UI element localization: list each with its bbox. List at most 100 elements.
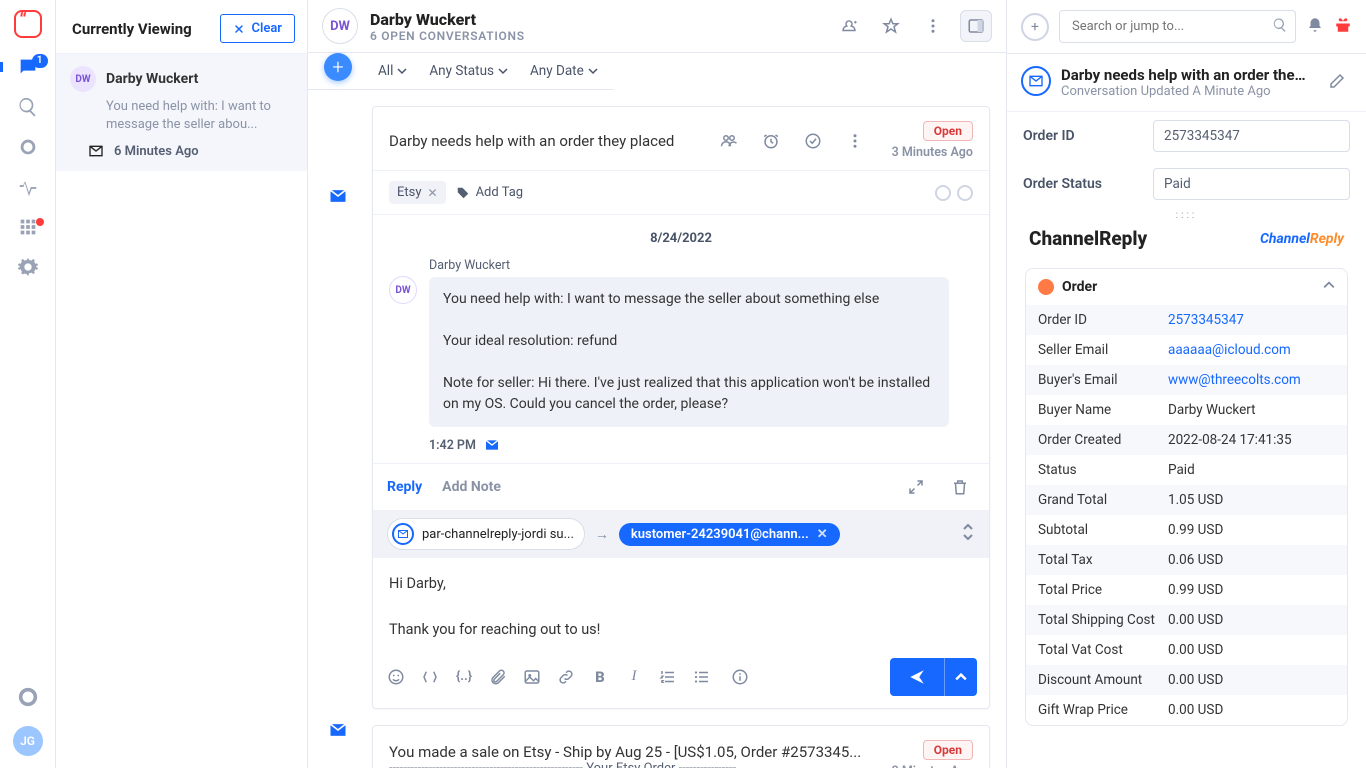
order-row-value[interactable]: aaaaaa@icloud.com (1168, 342, 1335, 358)
order-row: Gift Wrap Price0.00 USD (1026, 695, 1347, 725)
order-id-field[interactable] (1153, 120, 1350, 152)
nav-search[interactable] (0, 96, 56, 118)
done-icon[interactable] (798, 126, 828, 156)
reply-box: Reply Add Note par-channelreply-jordi su… (373, 463, 989, 708)
order-row-key: Order ID (1038, 312, 1168, 328)
order-row-value: Paid (1168, 462, 1335, 478)
order-row: Buyer NameDarby Wuckert (1026, 395, 1347, 425)
message-body: You need help with: I want to message th… (429, 277, 949, 427)
more-icon[interactable] (918, 11, 948, 41)
mail-icon (484, 437, 500, 453)
gift-icon[interactable] (1334, 16, 1352, 38)
card-more-icon[interactable] (840, 126, 870, 156)
panel-toggle-icon[interactable] (960, 10, 992, 42)
chevron-down-icon (397, 66, 407, 76)
drag-handle[interactable]: :::: (1007, 208, 1366, 223)
status-badge: Open (923, 740, 973, 760)
star-icon[interactable] (876, 11, 906, 41)
trash-icon[interactable] (945, 472, 975, 502)
filter-all[interactable]: All (378, 63, 407, 79)
nav-inbox[interactable]: 1 (0, 56, 56, 78)
snippet-icon[interactable]: {..} (453, 669, 475, 684)
info-icon[interactable] (729, 668, 751, 686)
nav-help[interactable] (0, 686, 56, 708)
order-row-key: Discount Amount (1038, 672, 1168, 688)
filter-date[interactable]: Any Date (530, 63, 598, 79)
channelreply-logo: ChannelReply (1260, 231, 1344, 247)
order-row: Total Price0.99 USD (1026, 575, 1347, 605)
order-row: Discount Amount0.00 USD (1026, 665, 1347, 695)
image-icon[interactable] (521, 668, 543, 686)
header-name: Darby Wuckert (370, 10, 525, 29)
list-ul-icon[interactable] (691, 668, 713, 686)
tab-add-note[interactable]: Add Note (442, 479, 501, 495)
edit-icon[interactable] (1322, 66, 1352, 96)
conversation-subline: ----------------------------------------… (389, 761, 870, 768)
link-icon[interactable] (555, 668, 577, 686)
shortcut-icon[interactable] (419, 668, 441, 686)
chevron-up-icon (1323, 279, 1335, 295)
address-expand-icon[interactable] (961, 522, 975, 546)
conversation-subject: Darby needs help with an order they plac… (389, 132, 702, 150)
order-row-key: Grand Total (1038, 492, 1168, 508)
order-status-field[interactable] (1153, 168, 1350, 200)
search-icon (1272, 17, 1288, 37)
convlist-title: Currently Viewing (72, 20, 192, 38)
remove-recipient-icon[interactable]: ✕ (817, 527, 828, 542)
order-row-key: Total Vat Cost (1038, 642, 1168, 658)
order-row-key: Total Shipping Cost (1038, 612, 1168, 628)
thread-scroll[interactable]: Darby needs help with an order they plac… (308, 90, 1006, 768)
italic-icon[interactable]: I (623, 668, 645, 685)
status-circles[interactable] (935, 185, 973, 201)
add-tag-button[interactable]: Add Tag (456, 185, 524, 200)
snooze-icon[interactable] (756, 126, 786, 156)
order-row-value[interactable]: 2573345347 (1168, 312, 1335, 328)
order-row-key: Gift Wrap Price (1038, 702, 1168, 718)
conv-name: Darby Wuckert (106, 71, 198, 87)
list-ol-icon[interactable] (657, 668, 679, 686)
message-time: 1:42 PM (429, 438, 476, 453)
mail-icon (1021, 66, 1051, 96)
to-chip[interactable]: kustomer-24239041@chann...✕ (619, 523, 840, 546)
nav-pulse[interactable] (0, 176, 56, 198)
from-chip[interactable]: par-channelreply-jordi su... (387, 518, 585, 550)
send-button[interactable] (890, 658, 944, 696)
side-title: Darby needs help with an order they pl..… (1061, 66, 1312, 84)
conv-preview: You need help with: I want to message th… (106, 98, 295, 133)
send-options-button[interactable] (944, 658, 977, 696)
user-avatar[interactable]: JG (13, 726, 43, 756)
channelreply-brand: ChannelReply (1029, 227, 1147, 250)
nav-settings[interactable] (0, 256, 56, 278)
emoji-icon[interactable] (385, 668, 407, 686)
expand-icon[interactable] (901, 472, 931, 502)
tab-reply[interactable]: Reply (387, 479, 422, 495)
order-row-value[interactable]: www@threecolts.com (1168, 372, 1335, 388)
tag-chip[interactable]: Etsy✕ (389, 181, 446, 204)
conversation-card[interactable]: You made a sale on Etsy - Ship by Aug 25… (372, 725, 990, 768)
add-button[interactable]: + (1021, 13, 1049, 41)
attachment-icon[interactable] (487, 668, 509, 686)
bold-icon[interactable]: B (589, 668, 611, 686)
order-panel-header[interactable]: Order (1026, 269, 1347, 305)
conversation-list-pane: Currently Viewing Clear DW Darby Wuckert… (56, 0, 308, 768)
filter-status[interactable]: Any Status (429, 63, 508, 79)
search-input[interactable] (1059, 10, 1296, 43)
conv-time: 6 Minutes Ago (114, 144, 199, 159)
search-wrapper (1059, 10, 1296, 43)
tag-remove-icon[interactable]: ✕ (428, 186, 438, 200)
nav-ring[interactable] (0, 136, 56, 158)
conversation-item[interactable]: DW Darby Wuckert You need help with: I w… (56, 53, 307, 171)
clear-label: Clear (251, 21, 282, 36)
order-row: Seller Emailaaaaaa@icloud.com (1026, 335, 1347, 365)
center-pane: DW Darby Wuckert 6 OPEN CONVERSATIONS + … (308, 0, 1006, 768)
details-sidebar: + Darby needs help with an order they pl… (1006, 0, 1366, 768)
notifications-icon[interactable] (1306, 16, 1324, 38)
order-row-value: 0.99 USD (1168, 522, 1335, 538)
clear-button[interactable]: Clear (220, 14, 295, 43)
assign-icon[interactable] (834, 11, 864, 41)
add-conversation-button[interactable]: + (324, 53, 352, 81)
reply-editor[interactable]: Hi Darby, Thank you for reaching out to … (373, 558, 989, 650)
participants-icon[interactable] (714, 126, 744, 156)
nav-apps[interactable] (0, 216, 56, 238)
order-row-value: 0.99 USD (1168, 582, 1335, 598)
